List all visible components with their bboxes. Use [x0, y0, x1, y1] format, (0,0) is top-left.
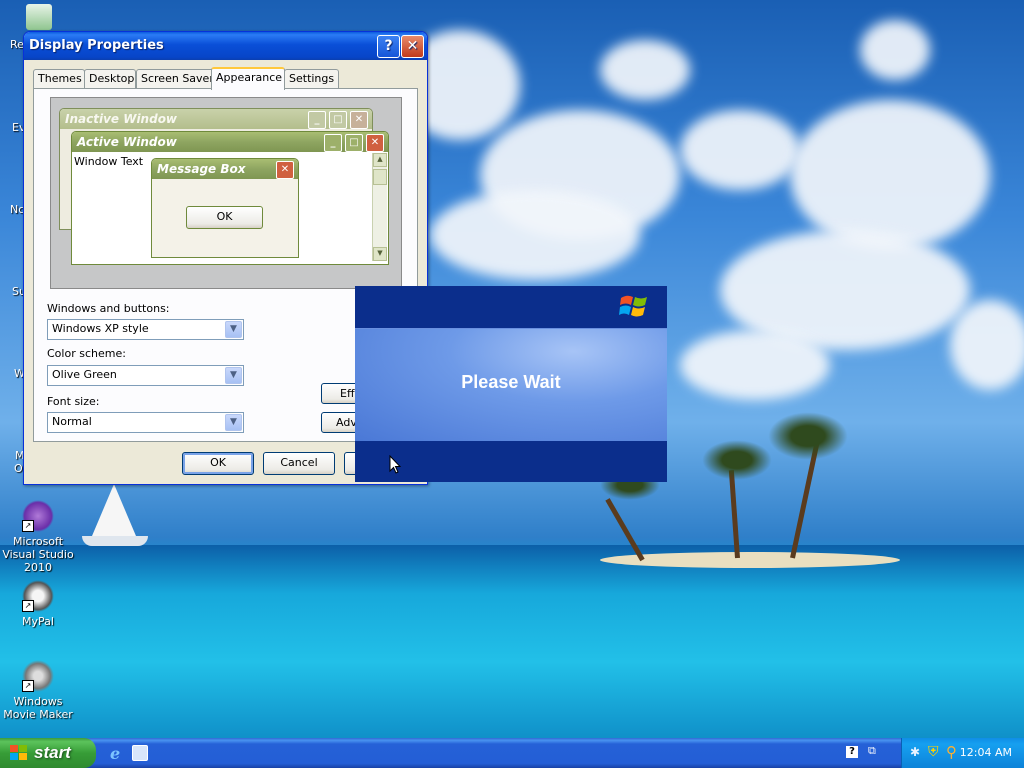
- advanced-button-label: Adv: [336, 416, 357, 429]
- cloud: [790, 100, 990, 250]
- chevron-down-icon[interactable]: ▼: [225, 367, 242, 384]
- font-size-label: Font size:: [47, 395, 100, 408]
- mouse-cursor-icon: [389, 455, 401, 474]
- desktop-icon-visual-studio[interactable]: ↗ Microsoft Visual Studio 2010: [1, 500, 75, 574]
- windows-buttons-select[interactable]: Windows XP style ▼: [47, 319, 244, 340]
- minimize-icon: _: [324, 134, 342, 152]
- start-label: start: [34, 743, 71, 762]
- help-button[interactable]: ?: [377, 35, 400, 58]
- appearance-preview: Inactive Window _ □ ✕ Active Window _ □ …: [50, 97, 402, 289]
- palm-leaves: [702, 440, 772, 480]
- sailboat-hull: [82, 536, 148, 546]
- desktop-label-partial: Re: [10, 38, 24, 51]
- font-size-value: Normal: [52, 415, 92, 428]
- msgbox-title-text: Message Box: [157, 162, 246, 176]
- cloud: [680, 330, 830, 400]
- window-title: Display Properties: [29, 38, 164, 53]
- maximize-icon: □: [345, 134, 363, 152]
- security-shield-icon[interactable]: ⛨: [928, 744, 939, 760]
- clock[interactable]: 12:04 AM: [960, 738, 1012, 768]
- scroll-thumb: [373, 169, 387, 185]
- shortcut-arrow-icon: ↗: [22, 680, 34, 692]
- desktop-icon-label: Microsoft Visual Studio 2010: [2, 535, 74, 574]
- film-reel-icon: ↗: [22, 660, 54, 692]
- tab-appearance[interactable]: Appearance: [211, 67, 285, 90]
- desktop-icon-mypal[interactable]: ↗ MyPal: [1, 580, 75, 628]
- tab-desktop[interactable]: Desktop: [84, 69, 136, 88]
- sailboat-sail: [92, 484, 136, 536]
- preview-window-text: Window Text: [74, 155, 144, 168]
- close-button[interactable]: ✕: [401, 35, 424, 58]
- active-title-text: Active Window: [77, 135, 177, 149]
- taskbar: start e ? ⧉ ✱ ⛨ ⚲ 12:04 AM: [0, 738, 1024, 768]
- desktop-icon-label: Windows Movie Maker: [3, 695, 73, 721]
- cloud: [680, 110, 800, 190]
- preview-inactive-titlebar: Inactive Window _ □ ✕: [60, 109, 372, 129]
- tab-screen-saver[interactable]: Screen Saver: [136, 69, 214, 88]
- close-icon: ✕: [366, 134, 384, 152]
- chevron-down-icon[interactable]: ▼: [225, 414, 242, 431]
- island: [600, 552, 900, 568]
- preview-message-box: Message Box ✕ OK: [151, 158, 299, 258]
- cloud: [860, 20, 930, 80]
- network-tray-icon[interactable]: ⧉: [868, 744, 876, 758]
- windows-flag-icon: [10, 745, 27, 760]
- start-button[interactable]: start: [0, 738, 96, 768]
- windows-buttons-value: Windows XP style: [52, 322, 149, 335]
- internet-explorer-icon[interactable]: e: [110, 744, 120, 763]
- raccoon-icon: ↗: [22, 580, 54, 612]
- maximize-icon: □: [329, 111, 347, 129]
- preview-msgbox-ok: OK: [186, 206, 263, 229]
- visual-studio-icon: ↗: [22, 500, 54, 532]
- cloud: [430, 190, 640, 280]
- close-icon: ✕: [350, 111, 368, 129]
- desktop-icon-label: MyPal: [22, 615, 54, 628]
- color-scheme-value: Olive Green: [52, 368, 117, 381]
- preview-scrollbar: ▲ ▼: [372, 153, 387, 261]
- sea: [0, 545, 1024, 740]
- minimize-icon: _: [308, 111, 326, 129]
- windows-logo-icon: [619, 295, 647, 317]
- scroll-down-icon: ▼: [373, 247, 387, 261]
- show-desktop-icon[interactable]: [132, 745, 148, 761]
- please-wait-dialog: Please Wait: [355, 286, 667, 482]
- system-tray: ✱ ⛨ ⚲ 12:04 AM: [901, 738, 1024, 768]
- ok-button[interactable]: OK: [182, 452, 254, 475]
- desktop-icon-movie-maker[interactable]: ↗ Windows Movie Maker: [1, 660, 75, 721]
- chevron-down-icon[interactable]: ▼: [225, 321, 242, 338]
- color-scheme-label: Color scheme:: [47, 347, 126, 360]
- preview-active-titlebar: Active Window _ □ ✕: [72, 132, 388, 152]
- search-icon[interactable]: ⚲: [946, 743, 957, 761]
- windows-buttons-label: Windows and buttons:: [47, 302, 170, 315]
- font-size-select[interactable]: Normal ▼: [47, 412, 244, 433]
- tab-settings[interactable]: Settings: [284, 69, 339, 88]
- shortcut-arrow-icon: ↗: [22, 520, 34, 532]
- palm-leaves: [768, 412, 848, 460]
- inactive-title-text: Inactive Window: [65, 112, 178, 126]
- cancel-button[interactable]: Cancel: [263, 452, 335, 475]
- cloud: [600, 40, 690, 100]
- scroll-up-icon: ▲: [373, 153, 387, 167]
- recycle-bin-icon[interactable]: [26, 4, 52, 30]
- preview-msgbox-titlebar: Message Box ✕: [152, 159, 298, 179]
- color-scheme-select[interactable]: Olive Green ▼: [47, 365, 244, 386]
- shortcut-arrow-icon: ↗: [22, 600, 34, 612]
- tab-themes[interactable]: Themes: [33, 69, 85, 88]
- network-icon[interactable]: ✱: [910, 745, 920, 759]
- please-wait-message: Please Wait: [461, 372, 561, 392]
- close-icon: ✕: [276, 161, 294, 179]
- help-tray-icon[interactable]: ?: [846, 746, 858, 758]
- desktop-label-partial: O: [14, 462, 23, 475]
- title-bar[interactable]: Display Properties ? ✕: [24, 32, 427, 60]
- cloud: [950, 300, 1024, 390]
